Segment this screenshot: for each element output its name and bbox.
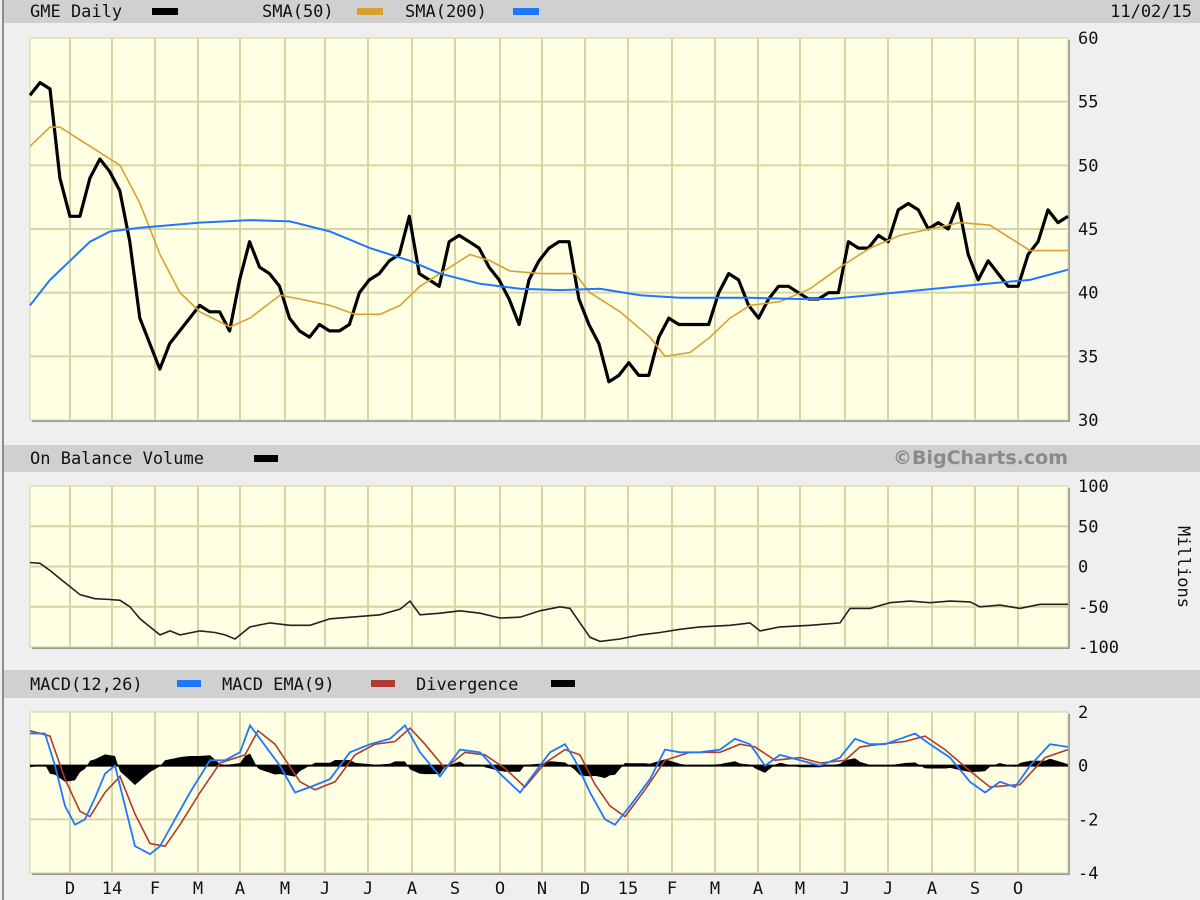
divergence-legend-swatch xyxy=(551,680,575,687)
macd-ema-legend-swatch xyxy=(371,680,395,687)
obv-y-tick-label: -100 xyxy=(1078,638,1119,658)
x-tick-label: S xyxy=(970,879,980,899)
x-tick-label: O xyxy=(1013,879,1023,899)
x-tick-label: D xyxy=(580,879,590,899)
x-tick-label: O xyxy=(495,879,505,899)
x-tick-label: N xyxy=(537,879,547,899)
macd-y-tick-label: -4 xyxy=(1078,864,1098,884)
price-header-bar xyxy=(4,0,1200,23)
price-y-tick-label: 30 xyxy=(1078,411,1098,431)
sma50-legend-swatch xyxy=(357,8,383,15)
macd-ema-legend-label: MACD EMA(9) xyxy=(222,675,335,695)
x-tick-label: M xyxy=(710,879,720,899)
price-y-tick-label: 45 xyxy=(1078,220,1098,240)
price-y-tick-label: 35 xyxy=(1078,347,1098,367)
chart-date: 11/02/15 xyxy=(1110,2,1192,22)
obv-legend-swatch xyxy=(254,455,278,462)
obv-y-tick-label: 100 xyxy=(1078,477,1109,497)
macd-legend-label: MACD(12,26) xyxy=(30,675,143,695)
x-tick-label: S xyxy=(450,879,460,899)
x-tick-label: M xyxy=(193,879,203,899)
macd-legend-swatch xyxy=(177,680,201,687)
obv-unit-label: Millions xyxy=(1173,526,1193,608)
x-tick-label: M xyxy=(280,879,290,899)
x-tick-label: 14 xyxy=(102,879,122,899)
x-tick-label: A xyxy=(407,879,417,899)
price-legend-swatch xyxy=(152,8,178,15)
x-tick-label: M xyxy=(795,879,805,899)
obv-y-tick-label: -50 xyxy=(1078,598,1109,618)
sma50-legend-label: SMA(50) xyxy=(262,2,334,22)
x-tick-label: 15 xyxy=(618,879,638,899)
obv-y-tick-label: 0 xyxy=(1078,558,1088,578)
sma200-legend-swatch xyxy=(513,8,539,15)
x-tick-label: D xyxy=(65,879,75,899)
x-tick-label: J xyxy=(883,879,893,899)
price-y-tick-label: 50 xyxy=(1078,156,1098,176)
gme-technical-chart: GME Daily SMA(50) SMA(200) 11/02/15 On B… xyxy=(0,0,1200,900)
x-tick-label: F xyxy=(667,879,677,899)
x-tick-label: J xyxy=(320,879,330,899)
chart-title: GME Daily xyxy=(30,2,122,22)
macd-y-tick-label: -2 xyxy=(1078,810,1098,830)
bigcharts-watermark: ©BigCharts.com xyxy=(893,447,1068,469)
x-tick-label: F xyxy=(150,879,160,899)
macd-plot-area xyxy=(29,711,1069,874)
price-y-tick-label: 60 xyxy=(1078,29,1098,49)
macd-y-tick-label: 0 xyxy=(1078,757,1088,777)
x-tick-label: A xyxy=(753,879,763,899)
sma200-legend-label: SMA(200) xyxy=(405,2,487,22)
obv-y-tick-label: 50 xyxy=(1078,517,1098,537)
x-tick-label: A xyxy=(235,879,245,899)
x-tick-label: A xyxy=(927,879,937,899)
divergence-legend-label: Divergence xyxy=(416,675,518,695)
price-y-tick-label: 40 xyxy=(1078,284,1098,304)
macd-y-tick-label: 2 xyxy=(1078,703,1088,723)
obv-title: On Balance Volume xyxy=(30,449,204,469)
x-tick-label: J xyxy=(363,879,373,899)
x-tick-label: J xyxy=(840,879,850,899)
price-y-tick-label: 55 xyxy=(1078,93,1098,113)
